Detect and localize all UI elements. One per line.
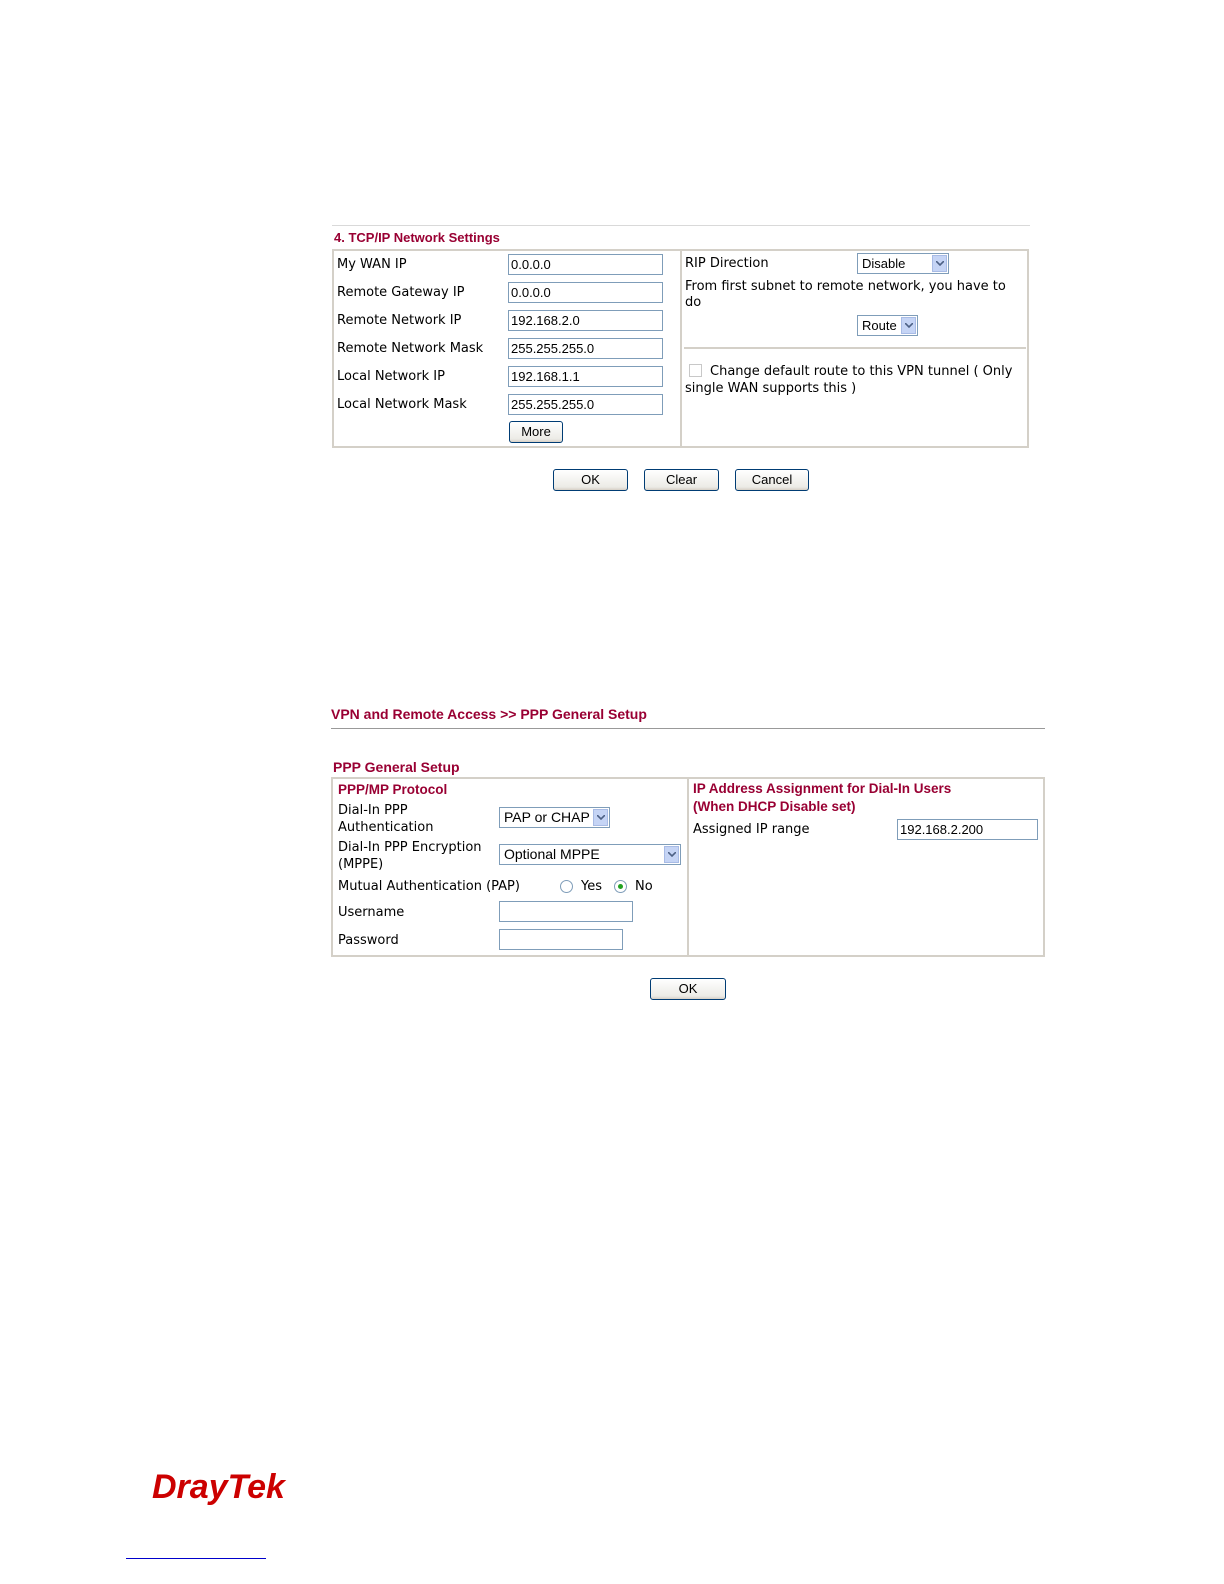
section-top-line xyxy=(332,225,1030,226)
ip-assign-subtitle: (When DHCP Disable set) xyxy=(693,799,856,814)
assigned-ip-range-input[interactable]: 192.168.2.200 xyxy=(897,819,1038,840)
encryption-value: Optional MPPE xyxy=(504,846,600,862)
my-wan-ip-label: My WAN IP xyxy=(337,257,407,272)
ppp-ok-button[interactable]: OK xyxy=(650,978,726,1000)
footer-link-underline xyxy=(126,1558,266,1559)
dialin-auth-label: Dial-In PPP Authentication xyxy=(338,803,434,835)
remote-gateway-ip-input[interactable]: 0.0.0.0 xyxy=(508,282,663,303)
radio-selected-dot xyxy=(618,884,623,889)
chevron-down-icon xyxy=(664,846,679,863)
encryption-select[interactable]: Optional MPPE xyxy=(499,844,681,865)
ip-assign-title: IP Address Assignment for Dial-In Users xyxy=(693,781,952,796)
route-mode-value: Route xyxy=(862,318,897,333)
cancel-button[interactable]: Cancel xyxy=(735,469,809,491)
local-network-mask-label: Local Network Mask xyxy=(337,397,467,412)
mutual-auth-label: Mutual Authentication (PAP) xyxy=(338,879,520,894)
encryption-label: Dial-In PPP Encryption (MPPE) xyxy=(338,840,482,872)
rip-direction-value: Disable xyxy=(862,256,906,271)
rip-direction-label: RIP Direction xyxy=(685,256,769,271)
draytek-logo: DrayTek xyxy=(152,1466,287,1512)
remote-network-ip-label: Remote Network IP xyxy=(337,313,462,328)
ok-button[interactable]: OK xyxy=(553,469,628,491)
assigned-ip-range-label: Assigned IP range xyxy=(693,822,810,837)
breadcrumb-underline xyxy=(331,728,1045,729)
password-input[interactable] xyxy=(499,929,623,950)
right-column-separator xyxy=(684,347,1026,349)
chevron-down-icon xyxy=(932,255,947,272)
ppp-column-divider xyxy=(687,779,689,955)
rip-direction-select[interactable]: Disable xyxy=(857,253,949,274)
mutual-auth-yes-label: Yes xyxy=(581,879,602,894)
subnet-instruction-text: From first subnet to remote network, you… xyxy=(685,279,1006,310)
username-label: Username xyxy=(338,905,405,920)
chevron-down-icon xyxy=(901,317,916,334)
ppp-section-title: PPP General Setup xyxy=(333,759,460,775)
ppp-protocol-title: PPP/MP Protocol xyxy=(338,782,448,797)
change-default-route-label: Change default route to this VPN tunnel … xyxy=(685,364,1013,396)
remote-gateway-ip-label: Remote Gateway IP xyxy=(337,285,465,300)
tcpip-section-title: 4. TCP/IP Network Settings xyxy=(334,230,500,245)
clear-button[interactable]: Clear xyxy=(644,469,719,491)
username-input[interactable] xyxy=(499,901,633,922)
remote-network-ip-input[interactable]: 192.168.2.0 xyxy=(508,310,663,331)
breadcrumb: VPN and Remote Access >> PPP General Set… xyxy=(331,706,647,722)
remote-network-mask-input[interactable]: 255.255.255.0 xyxy=(508,338,663,359)
mutual-auth-no-label: No xyxy=(635,879,653,894)
more-button[interactable]: More xyxy=(509,421,563,443)
route-mode-select[interactable]: Route xyxy=(857,315,918,336)
tcpip-column-divider xyxy=(680,251,682,447)
mutual-auth-yes-radio[interactable] xyxy=(560,880,573,893)
password-label: Password xyxy=(338,933,399,948)
dialin-auth-value: PAP or CHAP xyxy=(504,809,590,825)
mutual-auth-no-radio[interactable] xyxy=(614,880,627,893)
draytek-logo-text: DrayTek xyxy=(152,1468,287,1506)
chevron-down-icon xyxy=(593,809,608,826)
local-network-ip-label: Local Network IP xyxy=(337,369,445,384)
remote-network-mask-label: Remote Network Mask xyxy=(337,341,484,356)
dialin-auth-select[interactable]: PAP or CHAP xyxy=(499,807,610,828)
local-network-mask-input[interactable]: 255.255.255.0 xyxy=(508,394,663,415)
local-network-ip-input[interactable]: 192.168.1.1 xyxy=(508,366,663,387)
my-wan-ip-input[interactable]: 0.0.0.0 xyxy=(508,254,663,275)
